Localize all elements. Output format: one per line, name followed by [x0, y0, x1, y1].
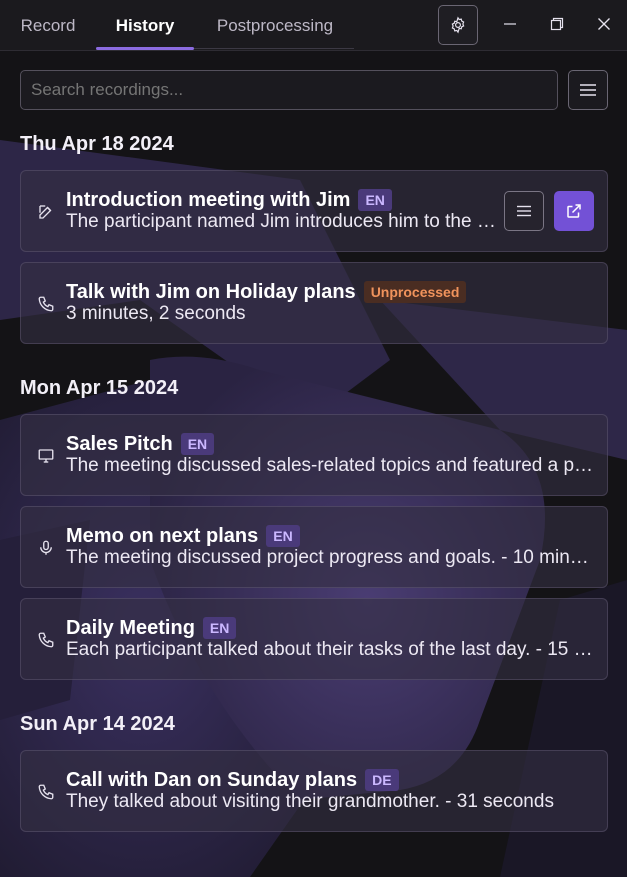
phone-icon	[35, 781, 57, 803]
restore-button[interactable]	[537, 6, 577, 42]
monitor-icon	[35, 445, 57, 467]
tab-postprocessing[interactable]: Postprocessing	[197, 0, 353, 50]
top-bar: Record History Postprocessing	[0, 0, 627, 51]
recording-title: Daily Meeting	[66, 616, 195, 639]
gear-icon	[451, 16, 465, 34]
minimize-button[interactable]	[490, 6, 530, 42]
date-header: Sun Apr 14 2024	[20, 713, 175, 735]
edit-icon	[35, 201, 57, 223]
recording-title: Memo on next plans	[66, 524, 259, 547]
recording-card-daily-meeting[interactable]: Daily Meeting EN Each participant talked…	[20, 598, 608, 680]
close-button[interactable]	[584, 6, 624, 42]
close-icon	[598, 18, 610, 30]
tab-history[interactable]: History	[96, 0, 194, 50]
recording-title: Sales Pitch	[66, 432, 173, 455]
phone-icon	[35, 293, 57, 315]
recording-card-holiday-talk[interactable]: Talk with Jim on Holiday plans Unprocess…	[20, 262, 608, 344]
recording-summary: The meeting discussed sales-related topi…	[66, 455, 598, 476]
open-recording-button[interactable]	[554, 191, 594, 231]
date-header: Mon Apr 15 2024	[20, 377, 179, 399]
microphone-icon	[35, 537, 57, 559]
hamburger-icon	[517, 205, 531, 217]
active-tab-indicator	[96, 47, 194, 50]
recording-card-sales-pitch[interactable]: Sales Pitch EN The meeting discussed sal…	[20, 414, 608, 496]
history-window: Record History Postprocessing Search rec…	[0, 0, 627, 877]
tab-divider	[194, 48, 354, 49]
phone-icon	[35, 629, 57, 651]
external-link-icon	[567, 204, 581, 218]
settings-button[interactable]	[438, 5, 478, 45]
unprocessed-badge: Unprocessed	[363, 281, 467, 303]
recording-summary: The meeting discussed project progress a…	[66, 547, 598, 568]
language-badge: EN	[358, 189, 392, 211]
recording-summary: They talked about visiting their grandmo…	[66, 791, 554, 812]
minimize-icon	[504, 23, 516, 25]
recording-summary: Each participant talked about their task…	[66, 639, 598, 660]
hamburger-icon	[580, 84, 596, 96]
recording-title: Call with Dan on Sunday plans	[66, 768, 358, 791]
transcript-button[interactable]	[504, 191, 544, 231]
restore-icon	[550, 17, 564, 31]
tab-record[interactable]: Record	[5, 0, 91, 50]
recording-duration: 3 minutes, 2 seconds	[66, 303, 246, 324]
recording-summary: The participant named Jim introduces him…	[66, 211, 496, 232]
date-header: Thu Apr 18 2024	[20, 133, 174, 155]
search-input[interactable]	[20, 70, 558, 110]
recording-title: Introduction meeting with Jim	[66, 188, 351, 211]
language-badge: EN	[266, 525, 300, 547]
filter-menu-button[interactable]	[568, 70, 608, 110]
recording-card-memo[interactable]: Memo on next plans EN The meeting discus…	[20, 506, 608, 588]
recording-card-call-dan[interactable]: Call with Dan on Sunday plans DE They ta…	[20, 750, 608, 832]
language-badge: EN	[202, 617, 237, 639]
language-badge: EN	[180, 433, 215, 455]
language-badge: DE	[365, 769, 399, 791]
recording-title: Talk with Jim on Holiday plans	[66, 280, 356, 303]
recording-card-intro-meeting[interactable]: Introduction meeting with Jim EN The par…	[20, 170, 608, 252]
